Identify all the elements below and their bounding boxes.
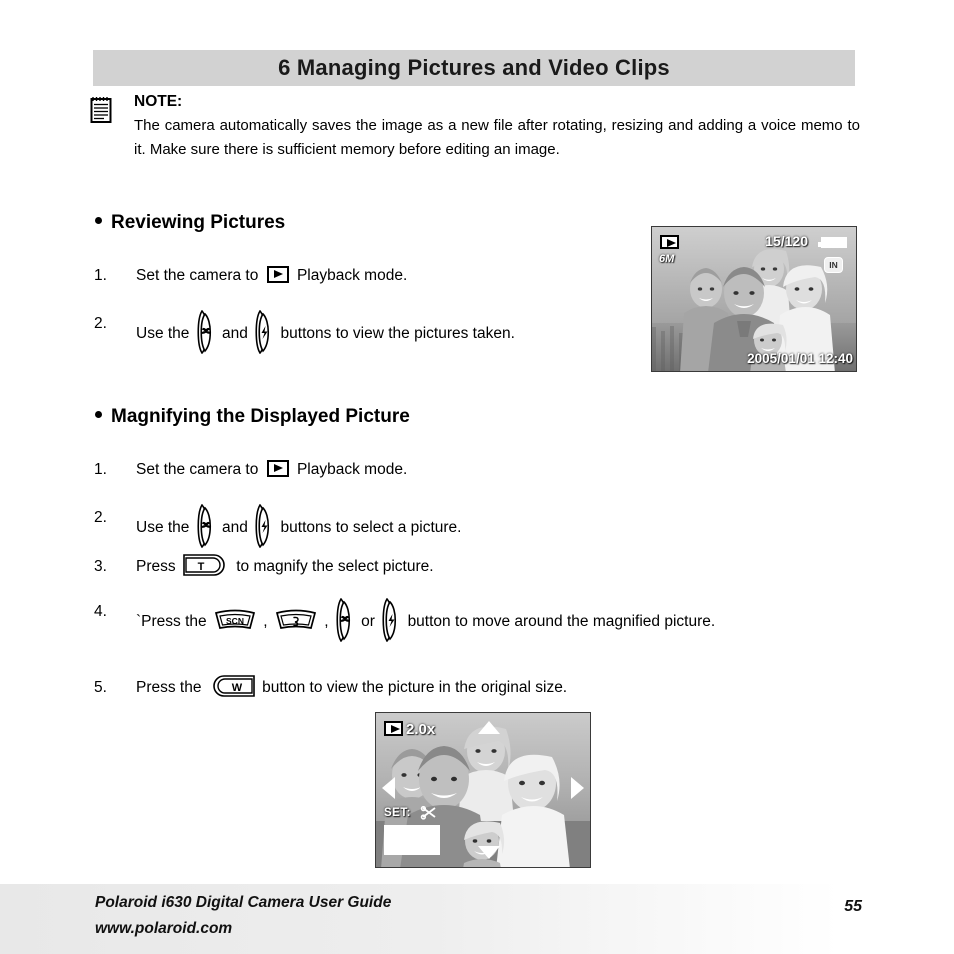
step-number: 1. xyxy=(94,267,107,284)
memory-badge: IN xyxy=(824,257,843,273)
step-text-part3: buttons to select a picture. xyxy=(280,519,462,536)
set-label: SET: xyxy=(384,807,411,819)
playback-mode-icon xyxy=(266,266,289,283)
picture-counter: 15/120 xyxy=(765,233,808,249)
battery-full-icon xyxy=(818,237,847,248)
step-2-magnifying: 2. Use the and buttons to select a pictu… xyxy=(94,503,654,549)
step-text-after: Playback mode. xyxy=(296,461,408,478)
macro-down-button-icon xyxy=(335,597,355,643)
step-text-part2: or xyxy=(361,613,375,630)
macro-down-button-icon xyxy=(196,309,216,355)
step-sep-2: , xyxy=(324,613,329,630)
step-3-magnifying: 3. Press T to magnify the select picture… xyxy=(94,553,654,580)
notepad-icon xyxy=(90,95,112,123)
step-number: 3. xyxy=(94,558,107,575)
section-heading-label: Magnifying the Displayed Picture xyxy=(111,406,410,427)
note-title: NOTE: xyxy=(134,93,183,110)
step-number: 2. xyxy=(94,509,107,526)
step-text-part1: `Press the xyxy=(136,613,207,630)
note-block: NOTE: The camera automatically saves the… xyxy=(90,92,860,161)
chapter-header-bar: 6 Managing Pictures and Video Clips xyxy=(93,50,855,86)
step-text-part3: buttons to view the pictures taken. xyxy=(280,325,515,342)
bullet-icon xyxy=(95,411,102,418)
step-1-reviewing: 1. Set the camera to Playback mode. xyxy=(94,262,634,289)
magnified-preview-screen: 2.0x SET: xyxy=(375,712,591,868)
playback-mode-icon xyxy=(660,235,679,249)
flash-up-button-icon xyxy=(254,503,274,549)
arrow-down-icon xyxy=(478,846,500,859)
step-2-reviewing: 2. Use the and buttons to view the pictu… xyxy=(94,309,620,355)
scn-button-icon: SCN xyxy=(214,609,256,631)
scissors-trim-icon xyxy=(420,805,438,825)
macro-down-button-icon xyxy=(196,503,216,549)
playback-mode-icon xyxy=(266,460,289,477)
step-number: 2. xyxy=(94,315,107,332)
playback-preview-screen: 6M 15/120 IN 2005/01/01 12:40 xyxy=(651,226,857,372)
step-1-magnifying: 1. Set the camera to Playback mode. xyxy=(94,456,634,483)
step-text-before: Press xyxy=(136,558,176,575)
step-sep-1: , xyxy=(263,613,268,630)
arrow-right-icon xyxy=(571,777,584,799)
step-text-before: Set the camera to xyxy=(136,267,259,284)
svg-text:T: T xyxy=(198,561,205,573)
svg-text:W: W xyxy=(232,682,243,694)
navigation-box-icon xyxy=(384,825,440,855)
bullet-icon xyxy=(95,217,102,224)
zoom-tele-button-icon: T xyxy=(183,554,229,576)
arrow-up-icon xyxy=(478,721,500,734)
svg-text:SCN: SCN xyxy=(226,616,244,626)
page-title: 6 Managing Pictures and Video Clips xyxy=(278,55,670,80)
page-number: 55 xyxy=(844,898,862,915)
flash-up-button-icon xyxy=(254,309,274,355)
arrow-left-icon xyxy=(382,777,395,799)
self-timer-button-icon xyxy=(275,609,317,631)
zoom-wide-button-icon: W xyxy=(209,675,255,697)
footer-website: www.polaroid.com xyxy=(95,920,233,937)
zoom-level-indicator: 2.0x xyxy=(406,721,436,738)
datestamp: 2005/01/01 12:40 xyxy=(747,351,853,366)
step-text-part1: Use the xyxy=(136,325,190,342)
step-text-after: button to view the picture in the origin… xyxy=(262,679,568,696)
step-text-before: Press the xyxy=(136,679,202,696)
step-text-after: Playback mode. xyxy=(296,267,408,284)
playback-mode-icon xyxy=(384,721,403,736)
step-number: 5. xyxy=(94,679,107,696)
section-heading-reviewing-pictures: Reviewing Pictures xyxy=(95,212,285,234)
family-photo-grayscale xyxy=(652,227,856,371)
step-number: 1. xyxy=(94,461,107,478)
section-heading-label: Reviewing Pictures xyxy=(111,212,286,233)
step-4-magnifying: 4. `Press the SCN , , or button to move … xyxy=(94,597,859,643)
step-text-part3: button to move around the magnified pict… xyxy=(407,613,716,630)
section-heading-magnifying-picture: Magnifying the Displayed Picture xyxy=(95,406,410,428)
resolution-indicator: 6M xyxy=(659,253,675,265)
step-text-after: to magnify the select picture. xyxy=(236,558,434,575)
step-5-magnifying: 5. Press the W button to view the pictur… xyxy=(94,674,854,701)
page-footer: Polaroid i630 Digital Camera User Guide … xyxy=(0,884,954,954)
step-text-part1: Use the xyxy=(136,519,190,536)
step-number: 4. xyxy=(94,603,107,620)
footer-guide-title: Polaroid i630 Digital Camera User Guide xyxy=(95,894,392,911)
step-text-part2: and xyxy=(222,325,248,342)
flash-up-button-icon xyxy=(381,597,401,643)
step-text-part2: and xyxy=(222,519,248,536)
step-text-before: Set the camera to xyxy=(136,461,259,478)
note-text: The camera automatically saves the image… xyxy=(134,117,860,158)
